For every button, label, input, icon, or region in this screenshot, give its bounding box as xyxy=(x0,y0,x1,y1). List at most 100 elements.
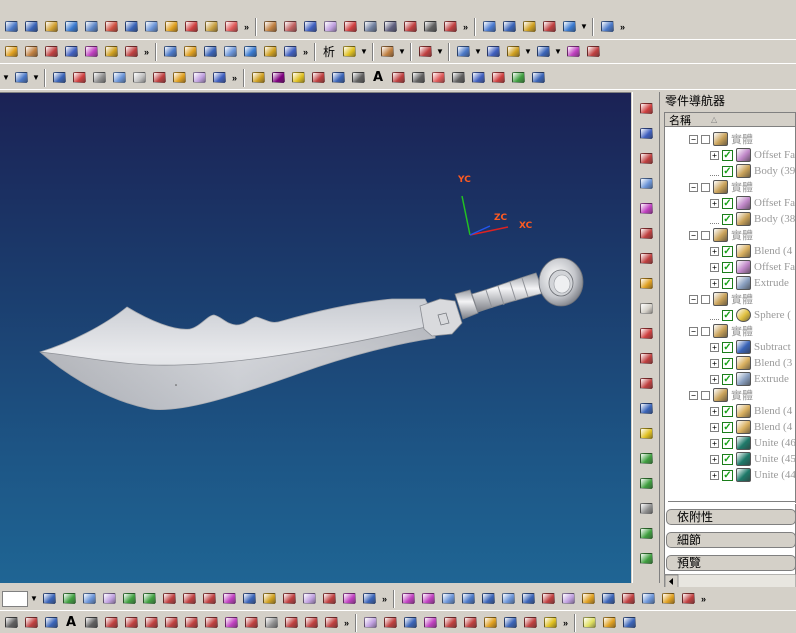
visibility-checkbox-checked[interactable]: ✓ xyxy=(722,213,733,225)
param-icon[interactable] xyxy=(349,69,367,87)
tree-node[interactable]: + ✓ Blend (4 xyxy=(710,243,792,259)
line-draw-icon[interactable] xyxy=(42,614,60,632)
render-icon[interactable] xyxy=(210,69,228,87)
axis-icon[interactable] xyxy=(42,43,60,61)
edit-feature-icon[interactable] xyxy=(161,43,179,61)
project-icon[interactable] xyxy=(322,614,340,632)
edit-param-icon[interactable] xyxy=(181,43,199,61)
blend-icon[interactable] xyxy=(261,18,279,36)
library-resource-icon[interactable] xyxy=(636,448,656,468)
partial-icon[interactable] xyxy=(519,590,537,608)
collapse-icon[interactable]: − xyxy=(689,390,698,400)
datum-resource-icon[interactable] xyxy=(636,123,656,143)
expand-icon[interactable]: + xyxy=(710,454,719,464)
tree-node[interactable]: + ✓ Blend (3 xyxy=(710,355,792,371)
plane-icon[interactable] xyxy=(22,43,40,61)
blend-resource-icon[interactable] xyxy=(636,173,656,193)
analysis-icon[interactable] xyxy=(598,18,616,36)
draft-icon[interactable] xyxy=(341,18,359,36)
measure-icon[interactable] xyxy=(340,43,358,61)
dropdown-arrow-icon[interactable]: ▼ xyxy=(554,47,562,56)
dropdown-arrow-icon[interactable]: ▼ xyxy=(32,73,40,82)
pan-icon[interactable] xyxy=(540,18,558,36)
edge-icon[interactable] xyxy=(439,590,457,608)
visibility-checkbox[interactable] xyxy=(701,390,710,400)
expand-icon[interactable]: + xyxy=(710,406,719,416)
mesh-icon[interactable] xyxy=(190,69,208,87)
toolbar-overflow-icon[interactable]: » xyxy=(142,47,151,57)
system-resource-icon[interactable] xyxy=(636,473,656,493)
warning-icon[interactable] xyxy=(289,69,307,87)
csys-icon[interactable] xyxy=(62,43,80,61)
visibility-checkbox[interactable] xyxy=(701,230,710,240)
tree-node[interactable]: ✓ Body (39 xyxy=(710,163,795,179)
prev-icon[interactable] xyxy=(120,590,138,608)
toolbar-overflow-icon[interactable]: » xyxy=(380,594,389,604)
layer-settings-icon[interactable] xyxy=(60,590,78,608)
expand-icon[interactable]: + xyxy=(710,278,719,288)
visibility-checkbox-checked[interactable]: ✓ xyxy=(722,437,733,449)
text-a-icon[interactable]: A xyxy=(369,69,387,87)
dropdown-arrow-icon[interactable]: ▼ xyxy=(474,47,482,56)
tree-node[interactable]: − 實體 xyxy=(689,131,753,147)
forward-resource-icon[interactable] xyxy=(636,548,656,568)
arc-icon[interactable] xyxy=(421,18,439,36)
expand-icon[interactable]: + xyxy=(710,438,719,448)
wcs-icon[interactable] xyxy=(454,43,472,61)
snap-existing-icon[interactable] xyxy=(340,590,358,608)
text-a-icon[interactable]: A xyxy=(62,614,80,632)
sketch-resource-icon[interactable] xyxy=(636,98,656,118)
extrude-icon[interactable] xyxy=(102,18,120,36)
history-resource-icon[interactable] xyxy=(636,348,656,368)
lightbulb-icon[interactable] xyxy=(580,614,598,632)
tree-node[interactable]: − 實體 xyxy=(689,291,753,307)
toolbar-overflow-icon[interactable]: » xyxy=(561,618,570,628)
visibility-checkbox-checked[interactable]: ✓ xyxy=(722,373,733,385)
tree-node[interactable]: + ✓ Extrude xyxy=(710,275,789,291)
split-curve-icon[interactable] xyxy=(401,614,419,632)
pmi-resource-icon[interactable] xyxy=(636,148,656,168)
visibility-checkbox-checked[interactable]: ✓ xyxy=(722,261,733,273)
expand-icon[interactable]: + xyxy=(710,342,719,352)
blade-model[interactable] xyxy=(39,298,437,410)
reuse-resource-icon[interactable] xyxy=(636,423,656,443)
toolbar-overflow-icon[interactable]: » xyxy=(699,594,708,604)
trim-curve-icon[interactable] xyxy=(381,614,399,632)
data-icon[interactable] xyxy=(329,69,347,87)
snap-curve-icon[interactable] xyxy=(320,590,338,608)
sweep-icon[interactable] xyxy=(142,18,160,36)
xyz-icon[interactable] xyxy=(282,614,300,632)
sphere-icon[interactable] xyxy=(62,18,80,36)
toolbar-overflow-icon[interactable]: » xyxy=(618,22,627,32)
offset-curve-icon[interactable] xyxy=(302,614,320,632)
view-icon[interactable] xyxy=(534,43,552,61)
collapse-icon[interactable]: − xyxy=(689,326,698,336)
edit-curve-icon[interactable] xyxy=(361,614,379,632)
visibility-checkbox[interactable] xyxy=(701,326,710,336)
snap-mid-icon[interactable] xyxy=(220,590,238,608)
env-icon[interactable] xyxy=(659,590,677,608)
select-filter-icon[interactable] xyxy=(160,590,178,608)
layer-select-field[interactable] xyxy=(2,590,28,607)
part-icon[interactable] xyxy=(70,69,88,87)
column-header-name[interactable]: 名稱 △ xyxy=(665,113,795,127)
smooth-icon[interactable] xyxy=(499,590,517,608)
helix-icon[interactable] xyxy=(262,614,280,632)
visibility-checkbox[interactable] xyxy=(701,182,710,192)
boss-icon[interactable] xyxy=(202,18,220,36)
constraint-resource-icon[interactable] xyxy=(636,373,656,393)
tree-node[interactable]: + ✓ Subtract xyxy=(710,339,791,355)
point-set-icon[interactable] xyxy=(122,614,140,632)
spline-draw-icon[interactable] xyxy=(142,614,160,632)
hole-icon[interactable] xyxy=(182,18,200,36)
pen-icon[interactable] xyxy=(599,590,617,608)
join-curve-icon[interactable] xyxy=(441,614,459,632)
assembly-icon[interactable] xyxy=(150,69,168,87)
feature-icon[interactable] xyxy=(12,69,30,87)
replace-icon[interactable] xyxy=(221,43,239,61)
settings-icon[interactable] xyxy=(600,614,618,632)
tube-icon[interactable] xyxy=(162,18,180,36)
face-analysis-icon[interactable] xyxy=(479,590,497,608)
visibility-checkbox-checked[interactable]: ✓ xyxy=(722,245,733,257)
tree-node[interactable]: + ✓ Offset Fa xyxy=(710,259,795,275)
